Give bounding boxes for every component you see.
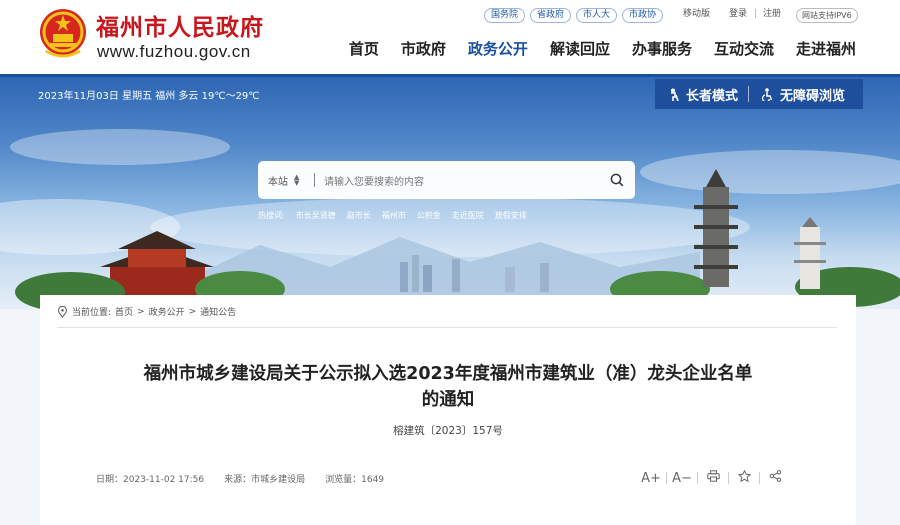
national-emblem-icon[interactable]	[38, 7, 88, 61]
hot-word[interactable]: 放假安排	[495, 210, 527, 221]
elder-icon	[671, 88, 679, 101]
favorite-button[interactable]	[729, 469, 759, 486]
site-url[interactable]: www.fuzhou.gov.cn	[97, 42, 251, 62]
breadcrumb-divider	[57, 327, 837, 328]
top-link-congress[interactable]: 市人大	[576, 8, 618, 23]
main-nav: 首页 市政府 政务公开 解读回应 办事服务 互动交流 走进福州	[349, 38, 856, 59]
mobile-version-link[interactable]: 移动版	[683, 9, 710, 20]
top-link-province[interactable]: 省政府	[530, 8, 572, 23]
banner: 2023年11月03日 星期五 福州 多云 19℃～29℃ 长者模式 无障碍浏览…	[0, 77, 900, 309]
share-button[interactable]	[760, 470, 790, 486]
login-separator: |	[754, 9, 758, 19]
article-source: 来源：市城乡建设局	[224, 475, 306, 485]
nav-home[interactable]: 首页	[349, 38, 379, 59]
font-larger-button[interactable]: A+	[636, 471, 666, 486]
article-card: 当前位置: 首页 > 政务公开 > 通知公告 福州市城乡建设局关于公示拟入选20…	[40, 295, 856, 525]
updown-arrow-icon: ▲ ▼	[294, 173, 300, 187]
hot-search-words: 热搜词: 市长吴贤德 副市长 福州市 公积金 走近医院 放假安排	[258, 210, 527, 221]
breadcrumb-home[interactable]: 首页	[115, 305, 133, 318]
print-button[interactable]	[698, 470, 728, 486]
search-icon[interactable]	[610, 173, 624, 187]
article-meta: 日期：2023-11-02 17:56 来源：市城乡建设局 浏览量：1649	[96, 472, 384, 485]
accessibility-icon	[761, 87, 773, 101]
nav-interaction[interactable]: 互动交流	[714, 38, 774, 59]
font-smaller-button[interactable]: A−	[667, 471, 697, 486]
location-pin-icon	[57, 305, 68, 318]
hot-word[interactable]: 福州市	[382, 210, 406, 221]
nav-government-affairs[interactable]: 政务公开	[468, 38, 528, 59]
accessibility-bar: 长者模式 无障碍浏览	[655, 79, 863, 109]
article-title-line2: 的通知	[421, 390, 475, 410]
hot-word[interactable]: 市长吴贤德	[296, 210, 336, 221]
elder-mode-button[interactable]: 长者模式	[655, 85, 738, 104]
nav-city-government[interactable]: 市政府	[401, 38, 446, 59]
breadcrumb-government-affairs[interactable]: 政务公开	[149, 305, 185, 318]
breadcrumb-label: 当前位置:	[72, 308, 112, 318]
search-input[interactable]: 请输入您要搜索的内容	[324, 173, 610, 188]
print-icon	[706, 470, 720, 482]
article-title-line1: 福州市城乡建设局关于公示拟入选2023年度福州市建筑业（准）龙头企业名单	[143, 364, 753, 384]
document-number: 榕建筑〔2023〕157号	[393, 425, 503, 437]
hot-word[interactable]: 公积金	[417, 210, 441, 221]
star-icon	[737, 469, 751, 483]
accessible-browse-button[interactable]: 无障碍浏览	[749, 85, 845, 104]
elder-mode-label: 长者模式	[686, 88, 739, 104]
search-box: 本站 ▲ ▼ 请输入您要搜索的内容	[258, 161, 635, 199]
view-count: 浏览量：1649	[325, 475, 385, 485]
nav-interpretation[interactable]: 解读回应	[550, 38, 610, 59]
breadcrumb: 当前位置: 首页 > 政务公开 > 通知公告	[57, 305, 236, 318]
article-title: 福州市城乡建设局关于公示拟入选2023年度福州市建筑业（准）龙头企业名单 的通知	[70, 361, 826, 413]
date-weather: 2023年11月03日 星期五 福州 多云 19℃～29℃	[38, 91, 260, 102]
login-link[interactable]: 登录	[729, 9, 747, 20]
search-scope-label: 本站	[268, 176, 288, 188]
search-scope-select[interactable]: 本站 ▲ ▼	[258, 173, 314, 188]
hot-search-label: 热搜词:	[258, 211, 285, 220]
accessible-browse-label: 无障碍浏览	[780, 88, 846, 104]
site-header: 福州市人民政府 www.fuzhou.gov.cn 国务院 省政府 市人大 市政…	[0, 0, 900, 74]
publish-date: 日期：2023-11-02 17:56	[96, 475, 205, 485]
register-link[interactable]: 注册	[763, 9, 781, 20]
ipv6-badge: 网站支持IPV6	[796, 8, 858, 23]
article-tools: A+ A−	[636, 469, 790, 486]
top-links: 国务院 省政府 市人大 市政协	[484, 8, 664, 23]
breadcrumb-separator: >	[188, 306, 197, 317]
hot-word[interactable]: 副市长	[347, 210, 371, 221]
hot-word[interactable]: 走近医院	[452, 210, 484, 221]
top-link-cppcc[interactable]: 市政协	[622, 8, 664, 23]
breadcrumb-separator: >	[137, 306, 145, 317]
search-divider	[314, 173, 315, 187]
share-icon	[769, 470, 781, 482]
breadcrumb-notices[interactable]: 通知公告	[200, 305, 236, 318]
site-name[interactable]: 福州市人民政府	[96, 8, 264, 42]
nav-services[interactable]: 办事服务	[632, 38, 692, 59]
nav-about-fuzhou[interactable]: 走进福州	[796, 38, 856, 59]
top-link-state-council[interactable]: 国务院	[484, 8, 526, 23]
